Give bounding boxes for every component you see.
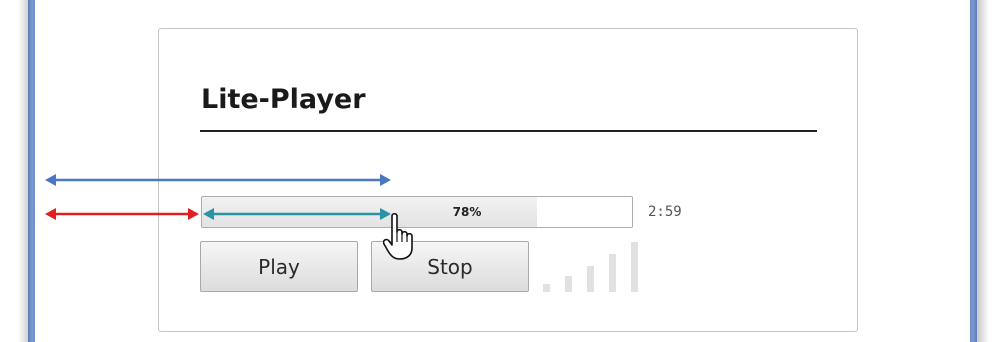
annotation-arrows xyxy=(45,174,391,220)
blue-arrow-icon xyxy=(45,174,391,186)
screenshot-stage: Lite-Player 78% 2:59 Play Stop xyxy=(0,0,1008,342)
red-arrow-icon xyxy=(45,208,199,220)
hand-pointer-icon xyxy=(383,212,413,260)
teal-arrow-icon xyxy=(203,208,391,220)
